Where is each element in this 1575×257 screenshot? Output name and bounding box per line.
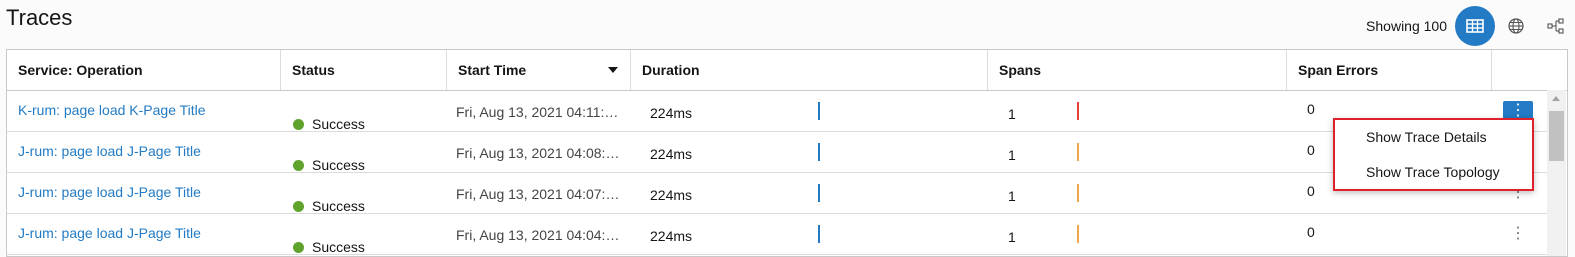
success-dot-icon <box>293 118 304 130</box>
topology-view-button[interactable] <box>1537 6 1575 46</box>
showing-count: Showing 100 <box>1366 18 1447 34</box>
col-status[interactable]: Status <box>281 50 447 90</box>
table-row: J-rum: page load J-Page Title Success Fr… <box>7 214 1547 255</box>
success-dot-icon <box>293 200 304 212</box>
status-label: Success <box>312 239 365 255</box>
spans-bar <box>1077 102 1079 120</box>
col-service-operation[interactable]: Service: Operation <box>7 50 281 90</box>
table-header: Service: Operation Status Start Time Dur… <box>7 50 1567 91</box>
success-dot-icon <box>293 241 304 253</box>
table-view-button[interactable] <box>1455 6 1495 46</box>
duration-bar <box>818 102 820 120</box>
operation-link[interactable]: J-rum: page load J-Page Title <box>18 225 201 256</box>
spans-bar <box>1077 143 1079 161</box>
table-row: J-rum: page load J-Page Title Success Fr… <box>7 132 1547 173</box>
menu-item-show-trace-details[interactable]: Show Trace Details <box>1366 129 1487 145</box>
col-actions <box>1492 50 1567 90</box>
status-cell: Success <box>293 227 365 256</box>
success-dot-icon <box>293 159 304 171</box>
table-row: K-rum: page load K-Page Title Success Fr… <box>7 91 1547 132</box>
menu-item-show-trace-topology[interactable]: Show Trace Topology <box>1366 164 1500 180</box>
spans-cell: 1 <box>1008 229 1016 245</box>
status-label: Success <box>312 116 365 132</box>
status-label: Success <box>312 198 365 214</box>
col-spans[interactable]: Spans <box>988 50 1287 90</box>
topology-icon <box>1547 18 1564 34</box>
scroll-up-icon[interactable] <box>1552 96 1560 101</box>
spans-bar <box>1077 184 1079 202</box>
globe-icon <box>1508 18 1524 34</box>
table-view-icon <box>1466 19 1484 33</box>
table-row: J-rum: page load J-Page Title Success Fr… <box>7 173 1547 214</box>
duration-bar <box>818 225 820 243</box>
spans-bar <box>1077 225 1079 243</box>
duration-bar <box>818 184 820 202</box>
vertical-scrollbar[interactable] <box>1547 90 1566 256</box>
row-context-menu: Show Trace Details Show Trace Topology <box>1333 118 1534 191</box>
sort-descending-icon <box>608 67 618 73</box>
start-time-cell: Fri, Aug 13, 2021 04:04:… <box>456 227 620 243</box>
col-duration[interactable]: Duration <box>631 50 988 90</box>
map-view-button[interactable] <box>1497 6 1535 46</box>
page-title: Traces <box>6 5 73 30</box>
row-actions-button[interactable]: ⋮ <box>1503 224 1533 244</box>
duration-bar <box>818 143 820 161</box>
span-errors-cell: 0 <box>1307 224 1315 240</box>
scrollbar-thumb[interactable] <box>1549 111 1564 161</box>
view-toolbar: Showing 100 <box>1366 6 1575 46</box>
col-start-time[interactable]: Start Time <box>447 50 631 90</box>
col-start-time-label: Start Time <box>458 62 527 78</box>
duration-cell: 224ms <box>650 228 693 244</box>
col-span-errors[interactable]: Span Errors <box>1287 50 1492 90</box>
status-label: Success <box>312 157 365 173</box>
